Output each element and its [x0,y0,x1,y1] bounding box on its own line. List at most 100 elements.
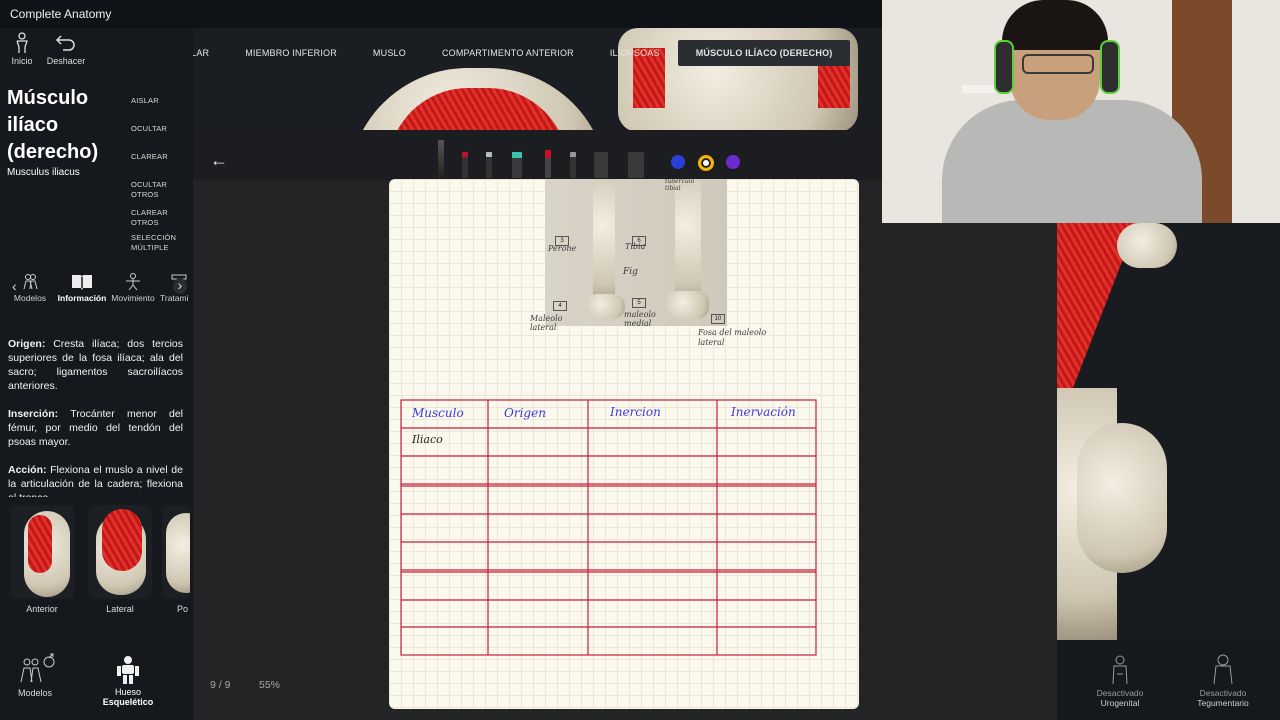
structure-latin-name: Musculus iliacus [7,167,80,178]
headphone-left [994,40,1014,94]
multi-select-label: SELECCIÓN [131,233,177,242]
structure-title-line: (derecho) [7,141,99,163]
isolate-button[interactable]: AISLAR [131,96,193,106]
book-icon [72,275,92,290]
sketch-label-top-line: tibial [665,185,681,192]
app-title: Complete Anatomy [10,7,112,21]
tabs-next-chevron-icon[interactable]: › [173,278,187,294]
integumentary-toggle[interactable]: Desactivado Tegumentario [1190,654,1256,708]
integumentary-label: Tegumentario [1197,698,1249,708]
lasso-tool-icon[interactable] [628,152,644,178]
fineliner-tool-icon[interactable] [486,152,492,178]
title-bar [0,0,882,28]
table-header-origen: Origen [504,406,546,420]
home-label: Inicio [11,56,33,66]
view-thumbnail-posterior[interactable] [162,505,190,599]
table-grid [400,399,817,656]
tab-models-label: Modelos [13,293,47,303]
integumentary-figure-icon [1213,654,1233,685]
pencil-tool-icon[interactable] [438,140,444,178]
table-border [400,399,817,656]
sketch-label-tibia: Tibia [625,242,646,251]
info-action: Acción: Flexiona el muslo a nivel de la … [8,463,183,497]
structure-title: Músculo ilíaco (derecho) [7,85,127,166]
view-posterior-label: Po [177,604,189,614]
thumb-muscle [102,509,142,571]
zoom-level[interactable]: 55% [259,679,280,691]
color-swatch-purple[interactable] [726,155,740,169]
thumb-muscle [28,515,52,573]
webcam-person-hair [1002,0,1108,50]
color-swatch-blue[interactable] [671,155,685,169]
glasses [1022,54,1094,74]
thumb-bone [166,513,190,593]
skeletal-system-button[interactable]: Hueso Esquelético [100,655,156,707]
breadcrumb-item[interactable]: ILIOPSOAS [592,48,678,58]
highlighter-tool-icon[interactable] [512,152,522,178]
fade-button[interactable]: CLAREAR [131,152,193,162]
urogenital-toggle[interactable]: Desactivado Urogenital [1090,654,1150,708]
view-thumbnail-anterior[interactable] [10,505,74,599]
view-anterior-label: Anterior [26,604,58,614]
pen-tool-icon[interactable] [462,152,468,178]
breadcrumb: SISTEMA MUSCULAR MIEMBRO INFERIOR MUSLO … [96,40,851,66]
skeletal-label-line: Hueso [114,687,141,697]
models-button[interactable]: Modelos [12,652,58,698]
breadcrumb-item[interactable]: COMPARTIMENTO ANTERIOR [424,48,592,58]
urogenital-label: Urogenital [1100,698,1140,708]
tibia-bone [675,179,701,309]
urogenital-state: Desactivado [1096,688,1144,698]
headphone-right [1100,40,1120,94]
label-box-5: 5 [632,298,646,308]
tab-models[interactable]: Modelos [12,273,48,303]
fibula-end [585,294,625,319]
integumentary-state: Desactivado [1199,688,1247,698]
page-indicator: 9 / 9 [210,679,231,691]
origin-label: Origen: [8,338,46,350]
sketch-label-maleolo-medial: maleolo medial [624,310,656,328]
tab-information[interactable]: Información [56,273,108,303]
back-arrow-icon[interactable]: ← [210,150,228,171]
models-label: Modelos [17,688,53,698]
table-header-inervacion: Inervación [731,405,796,419]
sketch-label-top-line: tubérculo [665,178,695,185]
bone-top [1117,223,1177,268]
breadcrumb-item[interactable]: MIEMBRO INFERIOR [227,48,355,58]
color-swatch-white-selected[interactable] [698,155,714,171]
hide-others-button[interactable]: OCULTAR OTROS [131,180,193,200]
tibia-end [665,291,709,319]
home-button[interactable]: Inicio [6,32,38,66]
models-gender-icon [20,653,55,683]
tab-movement-label: Movimiento [111,293,155,303]
info-insertion: Inserción: Trocánter menor del fémur, po… [8,407,183,449]
undo-icon [55,35,75,51]
tab-movement[interactable]: Movimiento [111,273,155,303]
tab-treatment-label: Tratami [160,293,189,303]
urogenital-figure-icon [1112,655,1128,685]
skeleton-icon [117,656,139,684]
breadcrumb-item[interactable]: MUSLO [355,48,424,58]
skeletal-label-line: Esquelético [102,697,154,707]
undo-label: Deshacer [46,56,86,66]
eraser-tool-icon[interactable] [594,152,608,178]
action-label: Acción: [8,464,47,476]
structure-title-line: Músculo [7,87,89,109]
sketch-fig-label: Fig [623,267,638,277]
movement-icon [126,273,140,291]
view-lateral-label: Lateral [106,604,134,614]
label-box-10: 10 [711,314,725,324]
home-figure-icon [16,32,28,53]
fade-others-button[interactable]: CLAREAR OTROS [131,208,193,228]
multi-select-button[interactable]: SELECCIÓN MÚLTIPLE [131,233,193,253]
breadcrumb-current[interactable]: MÚSCULO ILÍACO (DERECHO) [677,40,851,66]
view-thumbnail-lateral[interactable] [88,505,152,599]
undo-button[interactable]: Deshacer [45,32,87,66]
webcam-feed [882,0,1280,223]
hide-button[interactable]: OCULTAR [131,124,193,134]
anatomy-viewport-right[interactable] [1057,223,1280,640]
pencil-tool-2-icon[interactable] [570,152,576,178]
notes-table [400,399,817,656]
models-icon [23,274,38,290]
table-header-insercion: Inercion [610,405,661,419]
marker-tool-icon[interactable] [545,150,551,178]
